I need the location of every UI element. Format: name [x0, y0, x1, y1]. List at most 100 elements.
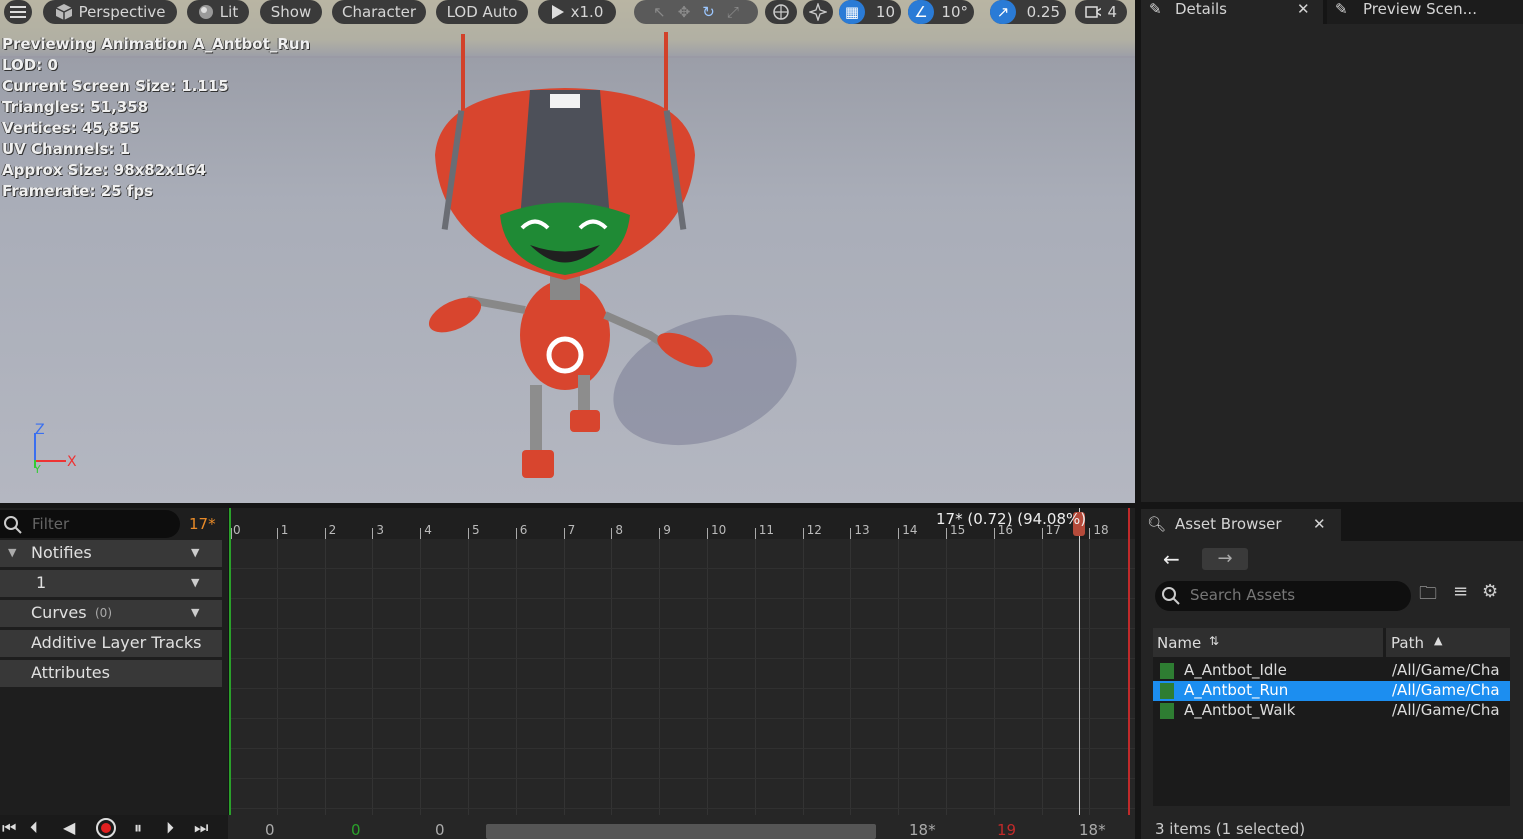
ruler-tick	[707, 528, 708, 539]
track-additive-layers[interactable]: Additive Layer Tracks	[0, 630, 222, 657]
play-start-value[interactable]: 0	[351, 821, 361, 839]
sort-ascending-icon: ▲	[1434, 634, 1443, 647]
record-icon[interactable]	[96, 818, 116, 838]
timeline-area[interactable]: 0 1 2 3 4 5 6 7 8 9 10 11 12 13 14 15 16 17 18 17* (0.72) …	[229, 508, 1135, 815]
track-curves[interactable]: Curves (0) ▼	[0, 600, 222, 627]
view-start-value[interactable]: 0	[265, 821, 275, 839]
asset-name: A_Antbot_Run	[1184, 681, 1289, 699]
track-attributes[interactable]: Attributes	[0, 660, 222, 687]
filter-input[interactable]: Filter	[0, 510, 180, 538]
ruler-tick	[372, 528, 374, 539]
perspective-label: Perspective	[78, 3, 166, 21]
step-back-icon[interactable]: ⏴	[30, 818, 38, 838]
preview-tab-label: Preview Scen...	[1363, 0, 1477, 18]
skip-end-icon[interactable]: ⏭	[194, 818, 208, 838]
range-scrollbar[interactable]	[486, 824, 876, 839]
grid-snap-value: 10	[875, 3, 895, 21]
play-reverse-icon[interactable]: ◀	[63, 818, 75, 837]
ruler-label: 12	[806, 523, 822, 537]
ruler-tick	[231, 528, 232, 539]
asset-name: A_Antbot_Idle	[1184, 661, 1287, 679]
timeline-grid	[229, 539, 1135, 815]
table-row-selected[interactable]: A_Antbot_Run /All/Game/Cha	[1153, 681, 1510, 701]
ruler-tick	[754, 528, 756, 539]
tab-preview-scene[interactable]: ✎ Preview Scen...	[1327, 0, 1523, 24]
close-icon[interactable]: ✕	[1297, 0, 1310, 18]
pause-icon[interactable]: ⏸	[134, 818, 142, 838]
world-local-button[interactable]	[765, 0, 797, 24]
tab-details[interactable]: ✎ Details ✕	[1141, 0, 1323, 24]
scale-arrow-icon: ↗	[990, 0, 1016, 24]
grid-line	[1041, 539, 1043, 815]
lit-label: Lit	[219, 3, 239, 21]
track-label: 1	[36, 573, 47, 592]
grid-line	[754, 539, 756, 815]
collapse-arrow-icon[interactable]: ▼	[8, 546, 16, 559]
offset-value[interactable]: 0	[435, 821, 445, 839]
animation-asset-icon	[1160, 703, 1174, 719]
dropdown-arrow-icon[interactable]: ▼	[191, 576, 199, 589]
stat-approx-size: Approx Size: 98x82x164	[2, 161, 207, 179]
back-arrow-icon[interactable]: ←	[1163, 547, 1180, 571]
column-path-header[interactable]: Path ▲	[1386, 628, 1510, 657]
move-icon[interactable]: ✥	[678, 3, 691, 21]
grid-row-line	[229, 718, 1135, 719]
ruler-tick	[946, 528, 947, 539]
column-name-header[interactable]: Name ⇅	[1153, 628, 1383, 657]
grid-line	[850, 539, 852, 815]
character-button[interactable]: Character	[332, 0, 426, 24]
camera-speed-button[interactable]: 4	[1075, 0, 1127, 24]
stat-framerate: Framerate: 25 fps	[2, 182, 153, 200]
tab-asset-browser[interactable]: 🔍︎ Asset Browser ✕	[1141, 509, 1341, 541]
ruler-label: 14	[902, 523, 918, 537]
grid-line	[898, 539, 900, 815]
search-icon	[1162, 587, 1180, 605]
table-row[interactable]: A_Antbot_Walk /All/Game/Cha	[1153, 701, 1510, 721]
table-row[interactable]: A_Antbot_Idle /All/Game/Cha	[1153, 661, 1510, 681]
viewport[interactable]: Perspective Lit Show Character LOD Auto …	[0, 0, 1135, 503]
dropdown-arrow-icon[interactable]: ▼	[191, 546, 199, 559]
lit-button[interactable]: Lit	[187, 0, 249, 24]
close-icon[interactable]: ✕	[1313, 515, 1326, 533]
grid-line	[468, 539, 469, 815]
folder-icon[interactable]: 🗀︎	[1419, 581, 1437, 611]
play-end-value[interactable]: 18*	[909, 821, 936, 839]
select-arrow-icon[interactable]: ↖	[653, 3, 666, 21]
ruler-tick	[468, 528, 469, 539]
dropdown-arrow-icon[interactable]: ▼	[191, 606, 199, 619]
show-button[interactable]: Show	[260, 0, 322, 24]
end-frame-red-value[interactable]: 19	[997, 821, 1016, 839]
track-notify-1[interactable]: 1 ▼	[0, 570, 222, 597]
playhead[interactable]	[1079, 508, 1080, 815]
show-label: Show	[270, 3, 312, 21]
rotate-icon[interactable]: ↻	[702, 3, 715, 21]
ruler-tick	[1089, 528, 1091, 539]
step-forward-icon[interactable]: ⏵	[166, 818, 174, 838]
skip-start-icon[interactable]: ⏮	[2, 818, 16, 838]
lod-button[interactable]: LOD Auto	[436, 0, 528, 24]
rotation-snap-button[interactable]: ∠ 10°	[908, 0, 974, 24]
end-marker	[1128, 508, 1130, 815]
ruler-label: 5	[472, 523, 480, 537]
forward-arrow-icon[interactable]: →	[1202, 548, 1248, 570]
perspective-button[interactable]: Perspective	[43, 0, 177, 24]
surface-snap-button[interactable]	[803, 0, 833, 24]
character-label: Character	[341, 3, 417, 21]
range-bar: 0 0 0 18* 19 18*	[228, 815, 1135, 839]
ruler-label: 11	[758, 523, 775, 537]
axis-x-label: X	[67, 454, 77, 470]
filter-icon[interactable]: ≡	[1453, 581, 1468, 602]
play-speed-button[interactable]: x1.0	[538, 0, 616, 24]
track-label: Curves	[31, 603, 87, 622]
menu-button[interactable]	[4, 0, 32, 24]
scale-snap-button[interactable]: ↗ 0.25	[990, 0, 1066, 24]
asset-search-input[interactable]: Search Assets	[1155, 581, 1411, 611]
ruler-tick	[420, 528, 422, 539]
gear-icon[interactable]: ⚙	[1482, 581, 1498, 602]
track-notifies[interactable]: ▼ Notifies ▼	[0, 540, 222, 567]
grid-snap-button[interactable]: ▦ 10	[839, 0, 901, 24]
view-end-value[interactable]: 18*	[1079, 821, 1106, 839]
track-label: Attributes	[31, 663, 110, 682]
asset-browser-tab-label: Asset Browser	[1175, 515, 1282, 533]
scale-icon[interactable]: ⤢	[727, 3, 739, 21]
